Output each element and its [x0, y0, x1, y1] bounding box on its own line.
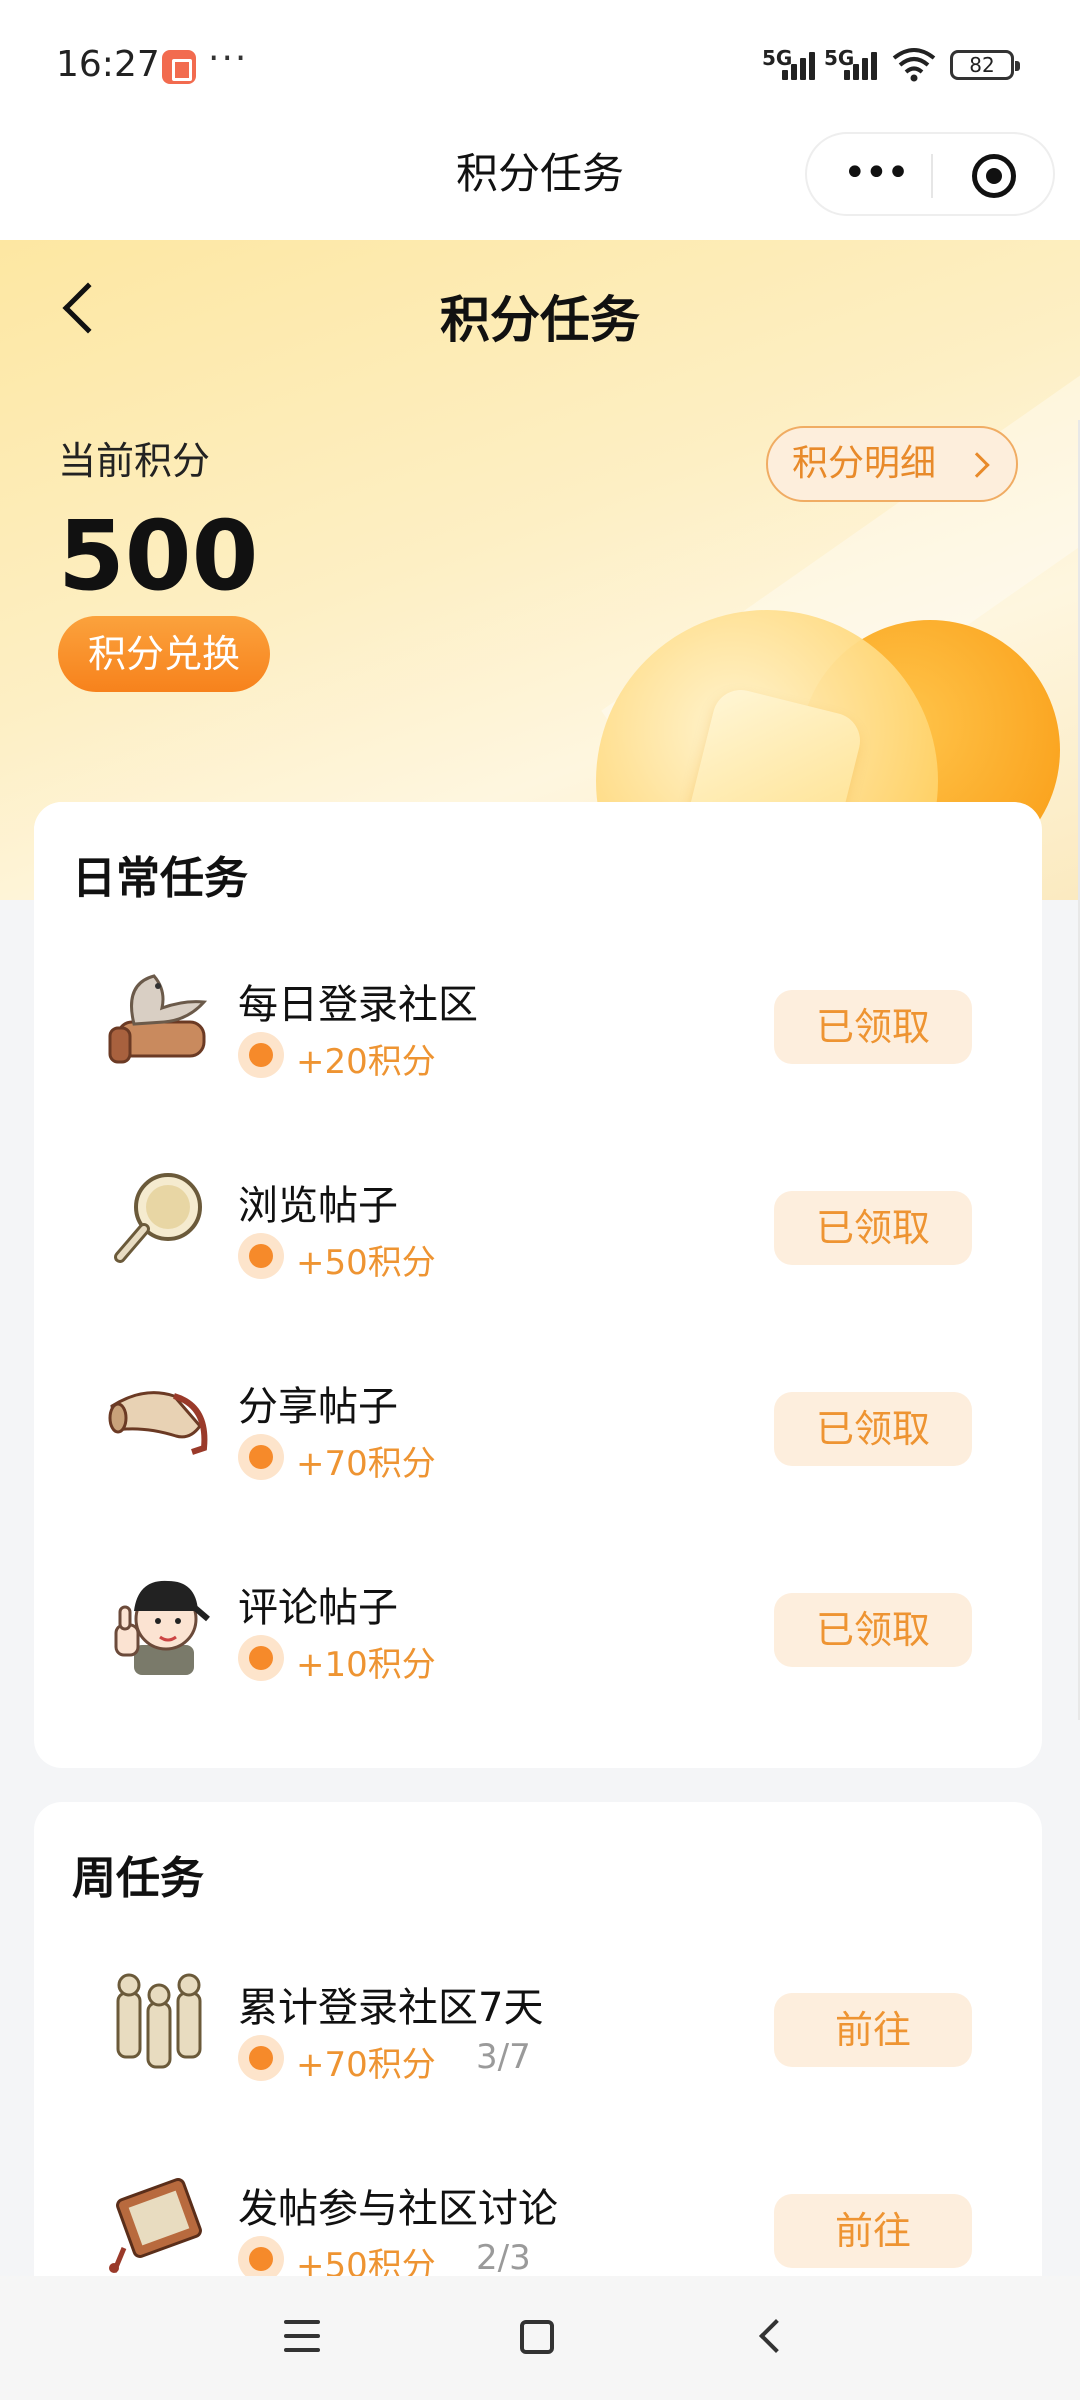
points-detail-button[interactable]: 积分明细: [766, 426, 1018, 502]
task-item: 分享帖子 +70积分 已领取: [34, 1346, 1042, 1516]
more-notifications-icon: ···: [208, 38, 249, 79]
task-name: 累计登录社区7天: [238, 1985, 544, 2031]
magnifier-icon: [114, 1173, 202, 1263]
reward-text: +10积分: [296, 1645, 436, 1685]
current-points-value: 500: [58, 500, 259, 612]
chevron-right-icon: [964, 452, 990, 478]
task-item: 累计登录社区7天 +70积分 3/7 前往: [34, 1947, 1042, 2117]
wifi-icon: [892, 48, 936, 82]
points-coin-icon: [238, 2035, 284, 2081]
signal-icon: [844, 48, 888, 80]
points-header: 积分任务 当前积分 500 积分兑换 积分明细: [0, 240, 1080, 900]
nav-back-icon[interactable]: [759, 2319, 793, 2353]
battery-icon: 82: [950, 50, 1020, 80]
claimed-button[interactable]: 已领取: [774, 1392, 972, 1466]
home-icon[interactable]: [520, 2320, 554, 2354]
status-bar: 16:27 ··· 5G 5G 82: [0, 0, 1080, 130]
task-name: 每日登录社区: [238, 982, 478, 1028]
task-name: 评论帖子: [238, 1585, 398, 1631]
task-progress: 2/3: [476, 2238, 531, 2278]
reward-text: +70积分: [296, 1444, 436, 1484]
task-name: 分享帖子: [238, 1384, 398, 1430]
task-name: 发帖参与社区讨论: [238, 2186, 558, 2232]
close-target-icon[interactable]: [972, 154, 1016, 198]
task-item: 每日登录社区 +20积分 已领取: [34, 944, 1042, 1114]
points-coin-icon: [238, 1032, 284, 1078]
points-exchange-button[interactable]: 积分兑换: [58, 616, 270, 692]
scroll-tassel-icon: [109, 2178, 202, 2273]
task-name: 浏览帖子: [238, 1183, 398, 1229]
points-coin-icon: [238, 1635, 284, 1681]
current-points-label: 当前积分: [58, 439, 211, 483]
points-coin-icon: [238, 1434, 284, 1480]
system-nav-bar: [0, 2276, 1080, 2400]
points-detail-label: 积分明细: [792, 443, 937, 484]
daily-tasks-title: 日常任务: [72, 853, 248, 904]
points-coin-icon: [238, 1233, 284, 1279]
thumbs-up-character-icon: [114, 1580, 210, 1675]
task-item: 浏览帖子 +50积分 已领取: [34, 1145, 1042, 1315]
go-button[interactable]: 前往: [774, 1993, 972, 2067]
page-title: 积分任务: [440, 291, 640, 349]
more-options-icon[interactable]: •••: [843, 153, 910, 193]
reward-text: +50积分: [296, 1243, 436, 1283]
weekly-tasks-title: 周任务: [72, 1853, 204, 1904]
task-progress: 3/7: [476, 2037, 531, 2077]
claimed-button[interactable]: 已领取: [774, 990, 972, 1064]
claimed-button[interactable]: 已领取: [774, 1191, 972, 1265]
capsule-divider: [931, 154, 933, 198]
terracotta-warriors-icon: [116, 1973, 202, 2069]
signal-icon: [782, 48, 826, 80]
status-time: 16:27: [56, 44, 160, 85]
mini-program-capsule[interactable]: •••: [805, 132, 1055, 216]
notification-app-icon: [162, 50, 196, 84]
eagle-scroll-icon: [108, 974, 208, 1064]
task-item: 评论帖子 +10积分 已领取: [34, 1547, 1042, 1717]
go-button[interactable]: 前往: [774, 2194, 972, 2268]
reward-text: +20积分: [296, 1042, 436, 1082]
recent-apps-icon[interactable]: [284, 2320, 320, 2354]
claimed-button[interactable]: 已领取: [774, 1593, 972, 1667]
reward-text: +70积分: [296, 2045, 436, 2085]
horn-icon: [108, 1391, 208, 1455]
